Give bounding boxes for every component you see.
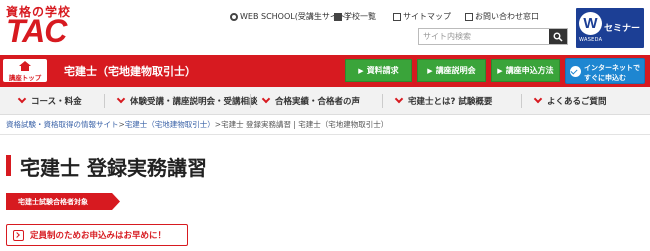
course-bar: 講座トップ 宅建士（宅地建物取引士） ▶ 資料請求 ▶ 講座説明会 ▶ 講座申込… — [0, 55, 650, 87]
apply-online-line2: すぐに申込む — [584, 74, 626, 82]
sitemap-label: サイトマップ — [403, 12, 451, 21]
contact-link[interactable]: お問い合わせ窓口 — [465, 11, 539, 22]
nav-label: コース・料金 — [31, 97, 82, 107]
nav-divider — [521, 94, 522, 108]
course-top-button[interactable]: 講座トップ — [3, 59, 47, 82]
brand-logo[interactable]: TAC — [6, 14, 67, 48]
contact-label: お問い合わせ窓口 — [475, 12, 539, 21]
sitemap-icon — [393, 12, 401, 21]
info-session-button[interactable]: ▶ 講座説明会 — [417, 59, 486, 82]
chevron-right-icon: ▶ — [427, 66, 433, 75]
mail-icon — [465, 12, 473, 21]
nav-label: よくあるご質問 — [547, 97, 607, 107]
search-button[interactable] — [549, 29, 567, 44]
nav-label: 体験受講・講座説明会・受講相談 — [130, 97, 258, 107]
page-title: 宅建士 登録実務講習 — [20, 156, 207, 180]
breadcrumb: 資格試験・資格取得の情報サイト>宅建士（宅地建物取引士）>宅建士 登録実務講習 … — [6, 119, 388, 130]
home-icon-body — [21, 66, 29, 71]
divider — [0, 134, 650, 135]
search-input[interactable] — [419, 29, 550, 44]
how-to-apply-label: 講座申込方法 — [505, 66, 554, 75]
nav-results[interactable]: 合格実績・合格者の声 — [261, 87, 361, 115]
seminar-org: WASEDA — [579, 37, 603, 43]
nav-label: 合格実績・合格者の声 — [275, 97, 361, 107]
title-accent-bar — [6, 155, 11, 176]
chevron-right-icon: ▶ — [358, 66, 364, 75]
web-school-label: WEB SCHOOL(受講生サイト) — [240, 12, 349, 21]
nav-about-exam[interactable]: 宅建士とは? 試験概要 — [394, 87, 493, 115]
search-icon — [553, 32, 563, 42]
chevron-right-icon: ▶ — [497, 66, 503, 75]
request-materials-button[interactable]: ▶ 資料請求 — [345, 59, 412, 82]
chevron-down-icon — [116, 94, 126, 104]
apply-online-button[interactable]: インターネットで すぐに申込む — [565, 58, 645, 84]
chevron-down-icon — [17, 94, 27, 104]
site-header: 資格の学校 TAC WEB SCHOOL(受講生サイト) 学校一覧 サイトマップ… — [0, 0, 650, 55]
nav-label: 宅建士とは? 試験概要 — [408, 97, 493, 107]
target-ribbon: 宅建士試験合格者対象 — [6, 193, 120, 210]
nav-divider — [382, 94, 383, 108]
breadcrumb-current: 宅建士 登録実務講習 | 宅建士（宅地建物取引士） — [221, 120, 389, 129]
course-name: 宅建士（宅地建物取引士） — [64, 65, 196, 78]
request-materials-label: 資料請求 — [366, 66, 399, 75]
building-icon — [334, 12, 342, 21]
chevron-circle-icon — [570, 66, 581, 77]
seminar-label: セミナー — [604, 24, 641, 34]
notice-text: 定員制のためお申込みはお早めに！ — [30, 231, 167, 241]
breadcrumb-link-course[interactable]: 宅建士（宅地建物取引士） — [125, 120, 215, 129]
breadcrumb-link-home[interactable]: 資格試験・資格取得の情報サイト — [6, 120, 119, 129]
notice-link[interactable]: 定員制のためお申込みはお早めに！ — [6, 224, 188, 246]
chevron-down-icon — [394, 94, 404, 104]
school-list-link[interactable]: 学校一覧 — [334, 11, 376, 22]
course-top-label: 講座トップ — [8, 74, 42, 82]
nav-trial-sessions[interactable]: 体験受講・講座説明会・受講相談 — [116, 87, 258, 115]
nav-course-fees[interactable]: コース・料金 — [17, 87, 82, 115]
how-to-apply-button[interactable]: ▶ 講座申込方法 — [491, 59, 560, 82]
info-session-label: 講座説明会 — [435, 66, 476, 75]
gear-icon — [230, 12, 238, 21]
seminar-logo-mark: W — [583, 15, 598, 32]
nav-divider — [250, 94, 251, 108]
nav-divider — [104, 94, 105, 108]
chevron-down-icon — [261, 94, 271, 104]
course-nav: コース・料金 体験受講・講座説明会・受講相談 合格実績・合格者の声 宅建士とは?… — [0, 87, 650, 115]
waseda-seminar-banner[interactable]: W セミナー WASEDA — [576, 8, 644, 48]
chevron-right-box-icon — [13, 229, 24, 241]
site-search — [418, 28, 568, 45]
sitemap-link[interactable]: サイトマップ — [393, 11, 451, 22]
school-list-label: 学校一覧 — [344, 12, 376, 21]
nav-faq[interactable]: よくあるご質問 — [533, 87, 607, 115]
web-school-link[interactable]: WEB SCHOOL(受講生サイト) — [230, 11, 349, 22]
chevron-down-icon — [533, 94, 543, 104]
apply-online-line1: インターネットで — [584, 64, 640, 72]
